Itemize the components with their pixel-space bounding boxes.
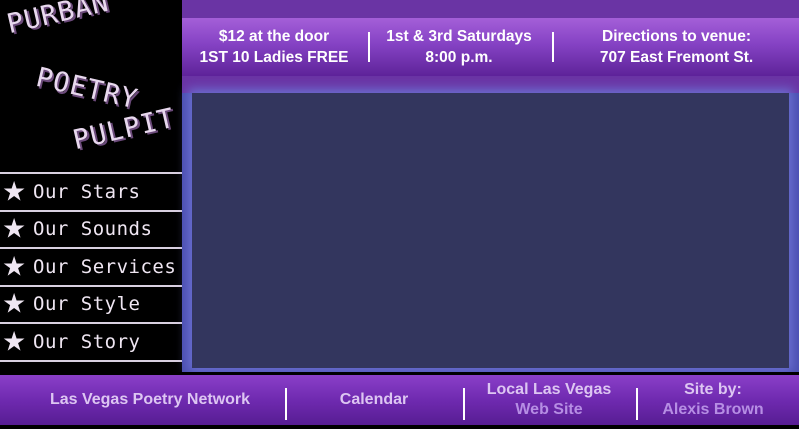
- footer-link-site-credit[interactable]: Site by: Alexis Brown: [640, 375, 786, 425]
- footer-link-local-web-site[interactable]: Local Las Vegas Web Site: [466, 375, 632, 425]
- credit-name: Alexis Brown: [662, 401, 764, 418]
- credit-label: Site by:: [684, 381, 742, 398]
- footer-link-label-line2: Web Site: [515, 401, 583, 418]
- schedule-days: 1st & 3rd Saturdays: [386, 28, 532, 45]
- directions-label: Directions to venue:: [602, 28, 751, 45]
- divider: [463, 388, 465, 420]
- footer-link-poetry-network[interactable]: Las Vegas Poetry Network: [0, 375, 300, 425]
- directions-link[interactable]: Directions to venue: 707 East Fremont St…: [554, 18, 799, 76]
- main-nav: ★ Our Stars ★ Our Sounds ★ Our Services …: [0, 172, 182, 362]
- divider: [285, 388, 287, 420]
- logo-word-poetry: POETRY: [33, 62, 141, 116]
- left-sidebar: PURBAN POETRY PULPIT ★ Our Stars ★ Our S…: [0, 0, 182, 372]
- site-logo[interactable]: PURBAN POETRY PULPIT: [0, 0, 182, 170]
- logo-word-purban: PURBAN: [4, 0, 112, 41]
- page: PURBAN POETRY PULPIT ★ Our Stars ★ Our S…: [0, 0, 799, 429]
- schedule-info: 1st & 3rd Saturdays 8:00 p.m.: [370, 18, 548, 76]
- footer-nav: Las Vegas Poetry Network Calendar Local …: [0, 372, 799, 429]
- nav-item-our-style[interactable]: ★ Our Style: [0, 284, 182, 323]
- footer-link-label-line1: Local Las Vegas: [486, 381, 612, 398]
- content-frame: [182, 93, 799, 372]
- admission-ladies-free: 1ST 10 Ladies FREE: [199, 49, 349, 66]
- star-icon: ★: [2, 176, 27, 207]
- admission-price: $12 at the door: [218, 28, 330, 45]
- info-band: $12 at the door 1ST 10 Ladies FREE 1st &…: [182, 18, 799, 76]
- info-header: $12 at the door 1ST 10 Ladies FREE 1st &…: [182, 0, 799, 93]
- nav-item-label: Our Sounds: [33, 218, 153, 241]
- nav-item-label: Our Story: [33, 330, 141, 353]
- nav-item-our-services[interactable]: ★ Our Services: [0, 247, 182, 285]
- star-icon: ★: [2, 288, 27, 319]
- nav-item-label: Our Services: [33, 255, 177, 278]
- nav-item-label: Our Stars: [33, 180, 141, 203]
- admission-info: $12 at the door 1ST 10 Ladies FREE: [182, 18, 366, 76]
- schedule-time: 8:00 p.m.: [425, 49, 493, 66]
- content-panel: [192, 93, 789, 368]
- star-icon: ★: [2, 326, 27, 357]
- divider: [636, 388, 638, 420]
- star-icon: ★: [2, 213, 27, 244]
- star-icon: ★: [2, 251, 27, 282]
- nav-item-our-sounds[interactable]: ★ Our Sounds: [0, 209, 182, 248]
- footer-link-calendar[interactable]: Calendar: [292, 375, 456, 425]
- footer-band: Las Vegas Poetry Network Calendar Local …: [0, 375, 799, 425]
- nav-item-our-stars[interactable]: ★ Our Stars: [0, 172, 182, 210]
- venue-address: 707 East Fremont St.: [599, 49, 754, 66]
- footer-link-label: Las Vegas Poetry Network: [49, 391, 251, 408]
- nav-item-our-story[interactable]: ★ Our Story: [0, 322, 182, 362]
- footer-link-label: Calendar: [339, 391, 409, 408]
- nav-item-label: Our Style: [33, 293, 141, 316]
